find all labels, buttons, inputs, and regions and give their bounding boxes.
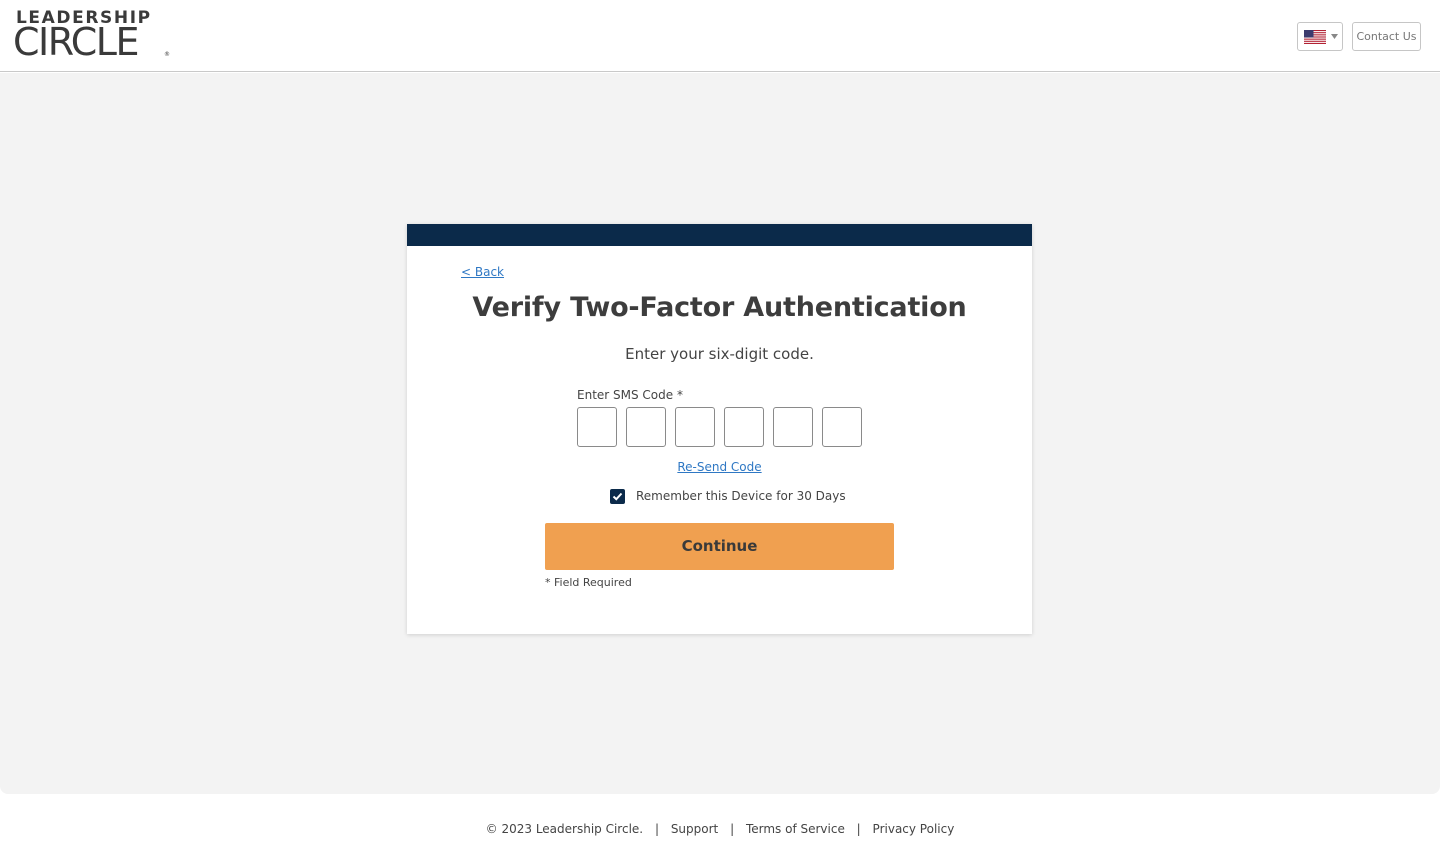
footer-separator: | <box>730 822 735 836</box>
checkmark-icon <box>612 492 623 501</box>
continue-button[interactable]: Continue <box>545 523 894 570</box>
sms-code-inputs <box>577 407 867 447</box>
remember-device-checkbox[interactable] <box>610 489 625 504</box>
sms-code-digit-4[interactable] <box>724 407 764 447</box>
footer-support-link[interactable]: Support <box>671 822 718 836</box>
us-flag-icon <box>1304 30 1326 44</box>
logo-registered-mark: ® <box>164 51 170 58</box>
footer-separator: | <box>856 822 861 836</box>
remember-device-label: Remember this Device for 30 Days <box>636 489 846 503</box>
sms-code-digit-2[interactable] <box>626 407 666 447</box>
sms-code-digit-6[interactable] <box>822 407 862 447</box>
logo-text-bottom: CIRCLE <box>13 20 139 64</box>
language-select[interactable] <box>1297 22 1343 51</box>
footer-privacy-link[interactable]: Privacy Policy <box>873 822 955 836</box>
footer-separator: | <box>654 822 659 836</box>
back-link[interactable]: < Back <box>461 265 504 279</box>
sms-code-digit-1[interactable] <box>577 407 617 447</box>
card-header-bar <box>407 224 1032 246</box>
resend-code-link[interactable]: Re-Send Code <box>407 460 1032 474</box>
field-required-note: * Field Required <box>545 576 632 589</box>
sms-code-digit-3[interactable] <box>675 407 715 447</box>
footer-copyright: © 2023 Leadership Circle. <box>485 822 644 836</box>
page-subtitle: Enter your six-digit code. <box>625 345 814 363</box>
sms-code-digit-5[interactable] <box>773 407 813 447</box>
header: LEADERSHIP CIRCLE ® Contact Us <box>0 0 1440 72</box>
sms-code-label: Enter SMS Code * <box>577 388 683 402</box>
two-factor-card: < Back Verify Two-Factor Authentication … <box>407 224 1032 634</box>
page-title: Verify Two-Factor Authentication <box>472 292 967 323</box>
chevron-down-icon <box>1331 34 1338 39</box>
footer-terms-link[interactable]: Terms of Service <box>746 822 845 836</box>
footer: © 2023 Leadership Circle. | Support | Te… <box>0 822 1440 836</box>
leadership-circle-logo[interactable]: LEADERSHIP CIRCLE ® <box>13 8 173 64</box>
contact-us-button[interactable]: Contact Us <box>1352 22 1421 51</box>
